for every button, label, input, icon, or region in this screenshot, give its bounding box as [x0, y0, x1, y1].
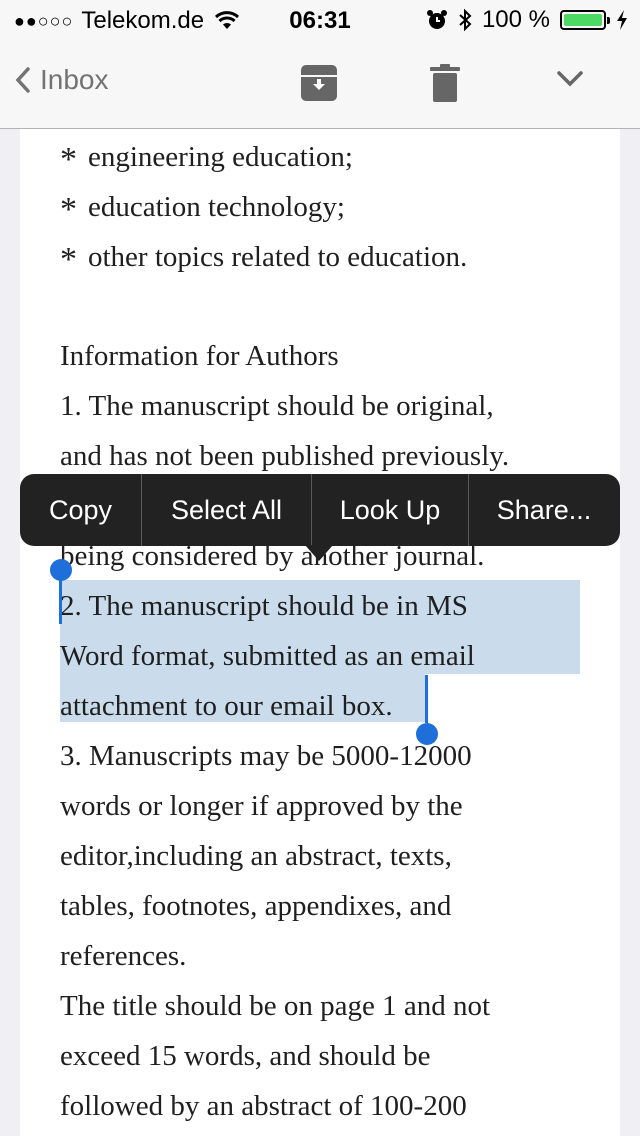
chevron-left-icon: [14, 66, 32, 94]
bullet-marker: *: [60, 191, 77, 228]
copy-menu-item[interactable]: Copy: [20, 474, 141, 546]
battery-fill: [564, 14, 602, 26]
trash-icon: [430, 64, 460, 102]
back-to-inbox-button[interactable]: Inbox: [14, 64, 109, 96]
trash-button[interactable]: [430, 64, 460, 107]
charging-icon: [616, 9, 628, 31]
bullet-text: other topics related to education.: [88, 241, 468, 273]
more-actions-button[interactable]: [556, 70, 584, 93]
archive-button[interactable]: [300, 64, 338, 107]
status-bar: ●●○○○ Telekom.de 06:31 100 %: [0, 0, 640, 40]
selection-start-handle-bar[interactable]: [59, 576, 62, 624]
text-line: followed by an abstract of 100-200: [60, 1090, 467, 1122]
alarm-icon: [426, 9, 448, 31]
bullet-marker: *: [60, 141, 77, 178]
bullet-marker: *: [60, 241, 77, 278]
bullet-line: * engineering education;: [60, 131, 353, 181]
bullet-line: * other topics related to education.: [60, 231, 467, 281]
bullet-line: * education technology;: [60, 181, 345, 231]
back-label: Inbox: [40, 64, 109, 95]
navigation-bar: Inbox: [0, 40, 640, 129]
text-line: editor,including an abstract, texts,: [60, 840, 452, 872]
menu-pointer-arrow: [305, 545, 333, 561]
archive-icon: [300, 64, 338, 102]
text-line: tables, footnotes, appendixes, and: [60, 890, 452, 922]
bullet-text: engineering education;: [88, 141, 353, 173]
section-heading: Information for Authors: [60, 340, 339, 372]
battery-icon: [560, 10, 610, 30]
text-line: references.: [60, 940, 187, 972]
selected-text-line[interactable]: attachment to our email box.: [60, 681, 393, 731]
bluetooth-icon: [458, 8, 472, 32]
bullet-text: education technology;: [88, 191, 345, 223]
select-all-menu-item[interactable]: Select All: [142, 474, 311, 546]
chevron-down-icon: [556, 70, 584, 88]
text-line: 1. The manuscript should be original,: [60, 390, 494, 422]
message-body: * engineering education; * education techn…: [20, 129, 620, 1136]
share-menu-item[interactable]: Share...: [469, 474, 619, 546]
selection-start-handle[interactable]: [50, 559, 72, 581]
status-right: 100 %: [426, 6, 628, 34]
battery-percent: 100 %: [481, 6, 550, 33]
text-line: exceed 15 words, and should be: [60, 1040, 431, 1072]
edit-context-menu: Copy Select All Look Up Share...: [20, 474, 620, 546]
text-line: The title should be on page 1 and not: [60, 990, 491, 1022]
text-line: 3. Manuscripts may be 5000-12000: [60, 740, 472, 772]
selected-text-line[interactable]: Word format, submitted as an email: [60, 631, 475, 681]
selection-end-handle-bar[interactable]: [425, 675, 428, 723]
look-up-menu-item[interactable]: Look Up: [312, 474, 468, 546]
text-line: words or longer if approved by the: [60, 790, 463, 822]
selected-text-line[interactable]: 2. The manuscript should be in MS: [60, 581, 468, 631]
